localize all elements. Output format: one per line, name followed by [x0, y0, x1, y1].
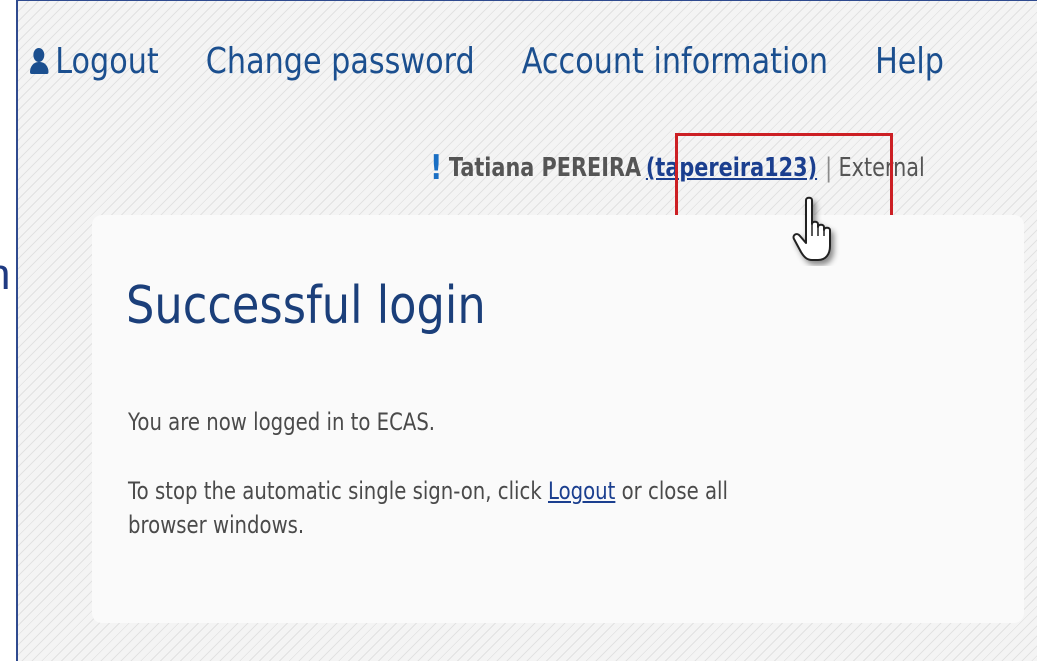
- exclamation-icon: !: [430, 148, 443, 188]
- user-name: Tatiana PEREIRA: [448, 153, 642, 183]
- help-link[interactable]: Help: [875, 41, 944, 82]
- hand-pointer-icon: [792, 196, 831, 261]
- change-password-link[interactable]: Change password: [206, 41, 475, 82]
- inline-logout-link[interactable]: Logout: [548, 477, 615, 505]
- login-message: You are now logged in to ECAS.: [128, 408, 436, 436]
- sso-prefix: To stop the automatic single sign-on, cl…: [128, 477, 548, 505]
- highlight-box: [675, 133, 893, 221]
- cropped-text-fragment: n: [0, 250, 14, 300]
- user-icon: [30, 47, 49, 75]
- sso-instruction-line2: browser windows.: [128, 511, 305, 539]
- page-title: Successful login: [126, 276, 486, 336]
- top-navigation: Logout Change password Account informati…: [30, 36, 944, 86]
- account-information-link[interactable]: Account information: [522, 41, 828, 82]
- logout-label: Logout: [55, 40, 159, 82]
- sso-instruction: To stop the automatic single sign-on, cl…: [128, 475, 728, 507]
- logout-link[interactable]: Logout: [30, 41, 159, 82]
- sso-suffix: or close all: [615, 477, 728, 505]
